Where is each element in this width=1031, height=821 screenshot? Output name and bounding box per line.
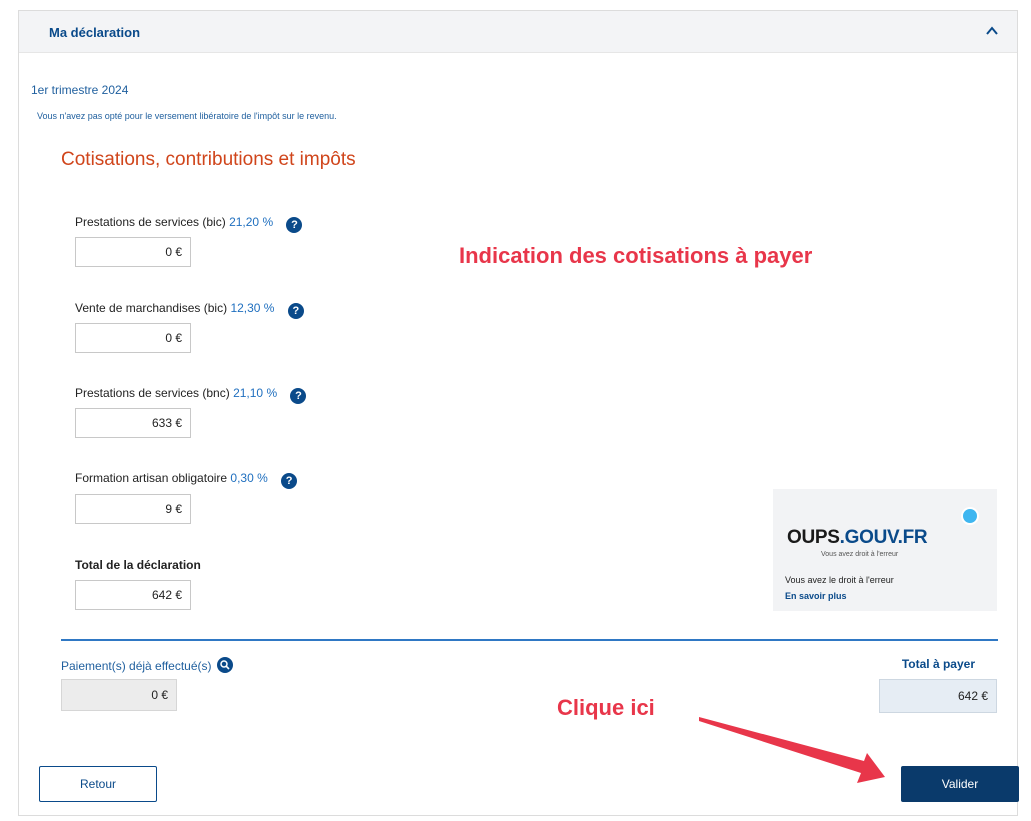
line-name: Prestations de services (bnc) (75, 386, 230, 400)
validate-button[interactable]: Valider (901, 766, 1019, 802)
oups-logo-domain: .GOUV.FR (839, 527, 928, 548)
oups-logo: OUPS.GOUV.FR (787, 527, 928, 549)
annotation-cotisations: Indication des cotisations à payer (459, 243, 813, 268)
line-rate: 12,30 % (230, 301, 275, 315)
back-button[interactable]: Retour (39, 766, 157, 802)
total-declaration-label: Total de la déclaration (75, 558, 201, 572)
payments-label: Paiement(s) déjà effectué(s) (61, 657, 233, 673)
line-name: Prestations de services (bic) (75, 215, 226, 229)
amount-field-training[interactable]: 9 € (75, 494, 191, 524)
amount-field-services-bic[interactable]: 0 € (75, 237, 191, 267)
section-divider (61, 639, 998, 641)
help-icon[interactable]: ? (286, 217, 303, 233)
oups-learn-more-link[interactable]: En savoir plus (785, 591, 847, 601)
line-rate: 21,10 % (233, 386, 278, 400)
total-to-pay-amount: 642 € (879, 679, 997, 713)
accordion-header[interactable]: Ma déclaration (19, 11, 1017, 53)
panel-title: Ma déclaration (49, 25, 141, 40)
search-icon[interactable] (216, 657, 233, 673)
section-title: Cotisations, contributions et impôts (61, 149, 356, 170)
oups-promo-card: OUPS.GOUV.FR Vous avez droit à l'erreur … (773, 489, 997, 611)
amount-field-goods-bic[interactable]: 0 € (75, 323, 191, 353)
help-icon[interactable]: ? (281, 473, 298, 489)
total-to-pay-label: Total à payer (901, 657, 975, 671)
payments-label-text: Paiement(s) déjà effectué(s) (61, 659, 212, 673)
period-label: 1er trimestre 2024 (31, 83, 129, 97)
line-label-training: Formation artisan obligatoire 0,30 % ? (75, 471, 298, 489)
oups-tagline: Vous avez droit à l'erreur (821, 551, 899, 558)
declaration-panel: Ma déclaration 1er trimestre 2024 Vous n… (18, 10, 1019, 816)
line-rate: 21,20 % (229, 215, 274, 229)
help-icon[interactable]: ? (290, 388, 307, 404)
annotation-arrow (699, 717, 885, 783)
total-declaration-amount: 642 € (75, 580, 191, 610)
chevron-up-icon[interactable] (985, 25, 999, 37)
oups-logo-main: OUPS (787, 527, 840, 548)
payments-amount: 0 € (61, 679, 177, 711)
line-name: Formation artisan obligatoire (75, 471, 228, 485)
line-rate: 0,30 % (230, 471, 268, 485)
line-label-services-bic: Prestations de services (bic) 21,20 % ? (75, 215, 303, 233)
help-icon[interactable]: ? (287, 303, 304, 319)
line-label-services-bnc: Prestations de services (bnc) 21,10 % ? (75, 386, 307, 404)
annotation-click-here: Clique ici (557, 695, 655, 720)
oups-badge-icon (961, 507, 979, 525)
oups-text: Vous avez le droit à l'erreur (785, 575, 894, 585)
tax-option-notice: Vous n'avez pas opté pour le versement l… (37, 111, 337, 121)
line-name: Vente de marchandises (bic) (75, 301, 228, 315)
line-label-goods-bic: Vente de marchandises (bic) 12,30 % ? (75, 301, 304, 319)
amount-field-services-bnc[interactable]: 633 € (75, 408, 191, 438)
